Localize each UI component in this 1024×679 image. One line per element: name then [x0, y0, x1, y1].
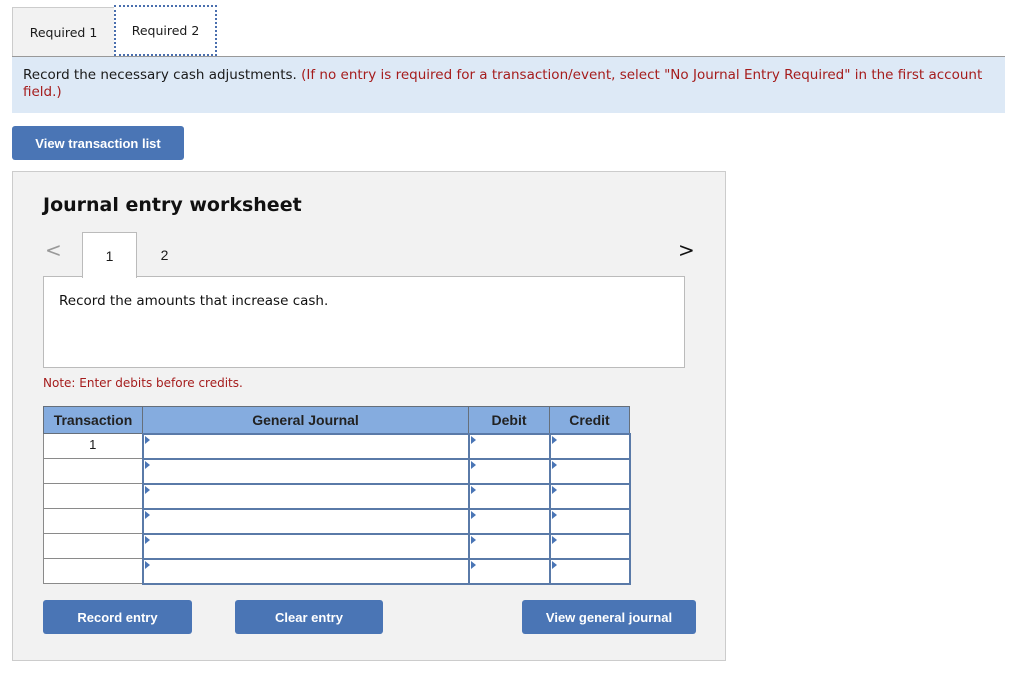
clear-entry-button[interactable]: Clear entry — [235, 600, 383, 634]
input-marker-icon — [470, 435, 476, 444]
table-row — [43, 507, 631, 535]
credit-cell[interactable] — [548, 457, 631, 485]
credit-input[interactable] — [550, 560, 629, 582]
header-general-journal: General Journal — [142, 406, 469, 434]
input-marker-icon — [551, 435, 557, 444]
tab-label: Required 1 — [29, 24, 98, 40]
tab-required-1[interactable]: Required 1 — [12, 7, 114, 56]
transaction-cell — [43, 533, 143, 559]
transaction-cell — [43, 458, 143, 484]
debit-input[interactable] — [469, 460, 549, 482]
header-debit: Debit — [468, 406, 550, 434]
input-marker-icon — [470, 510, 476, 519]
worksheet-step-2[interactable]: 2 — [137, 232, 192, 277]
prompt-text: Record the amounts that increase cash. — [59, 293, 329, 309]
instruction-text: Record the necessary cash adjustments. — [23, 67, 297, 83]
debit-input[interactable] — [469, 560, 549, 582]
journal-table: Transaction General Journal Debit Credit… — [43, 406, 631, 585]
table-row — [43, 457, 631, 485]
dropdown-marker-icon — [144, 460, 150, 469]
input-marker-icon — [470, 535, 476, 544]
view-general-journal-button[interactable]: View general journal — [522, 600, 696, 634]
instruction-banner: Record the necessary cash adjustments. (… — [12, 57, 1005, 113]
tab-label: Required 2 — [131, 23, 200, 38]
input-marker-icon — [551, 510, 557, 519]
table-row — [43, 532, 631, 560]
account-input[interactable] — [143, 510, 468, 532]
dropdown-marker-icon — [144, 485, 150, 494]
input-marker-icon — [551, 485, 557, 494]
account-cell[interactable] — [141, 507, 470, 535]
chevron-right-icon[interactable]: > — [678, 238, 695, 262]
account-input[interactable] — [143, 485, 468, 507]
credit-cell[interactable] — [548, 557, 631, 585]
record-entry-button[interactable]: Record entry — [43, 600, 192, 634]
table-row — [43, 482, 631, 510]
table-row — [43, 557, 631, 585]
account-cell[interactable] — [141, 432, 470, 460]
account-input[interactable] — [143, 535, 468, 557]
credit-input[interactable] — [550, 485, 629, 507]
credit-cell[interactable] — [548, 507, 631, 535]
debit-cell[interactable] — [467, 457, 551, 485]
credit-input[interactable] — [550, 460, 629, 482]
input-marker-icon — [551, 560, 557, 569]
debit-input[interactable] — [469, 535, 549, 557]
header-credit: Credit — [549, 406, 630, 434]
account-cell[interactable] — [141, 557, 470, 585]
input-marker-icon — [470, 460, 476, 469]
account-cell[interactable] — [141, 457, 470, 485]
view-transaction-list-button[interactable]: View transaction list — [12, 126, 184, 160]
table-header-row: Transaction General Journal Debit Credit — [43, 406, 630, 434]
step-label: 2 — [160, 246, 169, 263]
tab-required-2[interactable]: Required 2 — [114, 5, 217, 56]
debit-input[interactable] — [469, 485, 549, 507]
transaction-cell — [43, 508, 143, 534]
input-marker-icon — [470, 485, 476, 494]
account-cell[interactable] — [141, 482, 470, 510]
worksheet-step-1[interactable]: 1 — [82, 232, 137, 278]
chevron-left-icon[interactable]: < — [45, 238, 62, 262]
dropdown-marker-icon — [144, 535, 150, 544]
dropdown-marker-icon — [144, 435, 150, 444]
credit-input[interactable] — [550, 510, 629, 532]
account-input[interactable] — [143, 460, 468, 482]
account-input[interactable] — [143, 560, 468, 582]
input-marker-icon — [551, 460, 557, 469]
debit-cell[interactable] — [467, 432, 551, 460]
credit-cell[interactable] — [548, 432, 631, 460]
account-input[interactable] — [143, 435, 468, 457]
input-marker-icon — [470, 560, 476, 569]
credit-input[interactable] — [550, 435, 629, 457]
step-label: 1 — [105, 247, 114, 264]
dropdown-marker-icon — [144, 510, 150, 519]
dropdown-marker-icon — [144, 560, 150, 569]
debit-credit-note: Note: Enter debits before credits. — [43, 376, 243, 390]
debit-cell[interactable] — [467, 532, 551, 560]
table-row: 1 — [43, 432, 631, 460]
journal-entry-worksheet: Journal entry worksheet < > 1 2 Record t… — [12, 171, 726, 661]
debit-cell[interactable] — [467, 507, 551, 535]
debit-input[interactable] — [469, 510, 549, 532]
debit-input[interactable] — [469, 435, 549, 457]
transaction-cell: 1 — [43, 433, 143, 459]
credit-input[interactable] — [550, 535, 629, 557]
account-cell[interactable] — [141, 532, 470, 560]
credit-cell[interactable] — [548, 532, 631, 560]
header-transaction: Transaction — [43, 406, 143, 434]
requirement-tabs: Required 1 Required 2 — [12, 5, 217, 57]
transaction-cell — [43, 483, 143, 509]
input-marker-icon — [551, 535, 557, 544]
step-prompt: Record the amounts that increase cash. — [43, 276, 685, 368]
debit-cell[interactable] — [467, 482, 551, 510]
worksheet-title: Journal entry worksheet — [43, 194, 302, 216]
credit-cell[interactable] — [548, 482, 631, 510]
debit-cell[interactable] — [467, 557, 551, 585]
transaction-cell — [43, 558, 143, 584]
